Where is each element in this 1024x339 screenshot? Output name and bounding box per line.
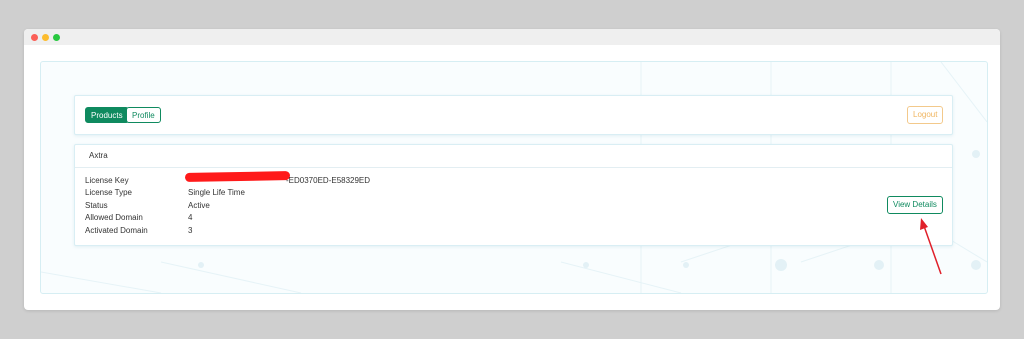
page-frame: Products Profile Logout Axtra License Ke… (40, 61, 988, 294)
status-label: Status (85, 201, 108, 210)
license-type-label: License Type (85, 188, 132, 197)
maximize-dot-icon[interactable] (53, 34, 60, 41)
license-card: Axtra License Key -ED0370ED-E58329ED Lic… (74, 144, 953, 246)
allowed-domain-label: Allowed Domain (85, 213, 143, 222)
activated-domain-value: 3 (188, 226, 193, 235)
browser-window: Products Profile Logout Axtra License Ke… (24, 29, 1000, 310)
minimize-dot-icon[interactable] (42, 34, 49, 41)
window-titlebar (24, 29, 1000, 45)
card-header: Axtra (75, 145, 952, 168)
view-details-button[interactable]: View Details (887, 196, 943, 214)
status-value: Active (188, 201, 210, 210)
top-navbar: Products Profile Logout (74, 95, 953, 135)
license-type-value: Single Life Time (188, 188, 245, 197)
logout-button[interactable]: Logout (907, 106, 944, 124)
activated-domain-label: Activated Domain (85, 226, 148, 235)
product-title: Axtra (89, 151, 108, 160)
close-dot-icon[interactable] (31, 34, 38, 41)
redaction-mark (184, 171, 291, 182)
profile-button[interactable]: Profile (126, 107, 161, 123)
license-key-label: License Key (85, 176, 129, 185)
allowed-domain-value: 4 (188, 213, 193, 222)
products-button[interactable]: Products (85, 107, 129, 123)
license-key-value: -ED0370ED-E58329ED (286, 176, 371, 185)
